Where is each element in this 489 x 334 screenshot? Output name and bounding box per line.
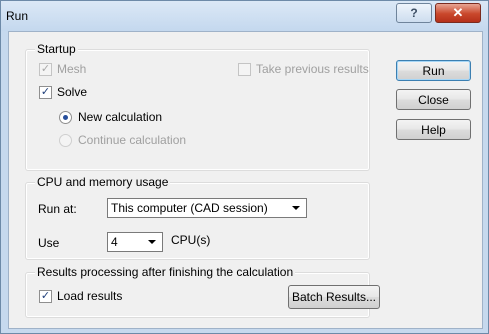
take-previous-check-icon (238, 62, 251, 76)
use-label: Use (38, 236, 60, 250)
run-at-select[interactable]: This computer (CAD session) (107, 198, 307, 218)
help-button[interactable]: Help (396, 119, 471, 140)
continue-calculation-radio-icon (59, 133, 72, 147)
new-calculation-radio-icon (59, 110, 72, 124)
load-results-check-icon: ✓ (39, 289, 52, 303)
solve-check-icon: ✓ (39, 85, 52, 99)
take-previous-label: Take previous results (256, 62, 369, 76)
chevron-down-icon (148, 240, 156, 244)
cpu-memory-group-label: CPU and memory usage (35, 175, 171, 189)
results-processing-group-label: Results processing after finishing the c… (35, 265, 296, 279)
solve-checkbox[interactable]: ✓ Solve (39, 85, 87, 99)
take-previous-results-checkbox[interactable]: Take previous results (238, 62, 369, 76)
continue-calculation-label: Continue calculation (78, 133, 187, 147)
batch-results-label: Batch Results... (291, 290, 377, 304)
new-calculation-label: New calculation (78, 110, 163, 124)
mesh-label: Mesh (57, 62, 87, 76)
title-bar[interactable]: Run ? ✕ (1, 1, 488, 31)
run-at-value: This computer (CAD session) (111, 201, 268, 215)
close-button-label: Close (418, 92, 449, 107)
dialog-body: Startup ✓ Mesh Take previous results ✓ S… (8, 31, 483, 329)
batch-results-button[interactable]: Batch Results... (288, 285, 380, 309)
run-at-label: Run at: (38, 202, 77, 216)
startup-group-label: Startup (35, 42, 78, 56)
window-title: Run (6, 9, 29, 23)
cpus-label: CPU(s) (171, 233, 211, 247)
titlebar-close-button[interactable]: ✕ (435, 3, 481, 23)
mesh-checkbox[interactable]: ✓ Mesh (39, 62, 86, 76)
continue-calculation-radio[interactable]: Continue calculation (59, 133, 186, 147)
load-results-checkbox[interactable]: ✓ Load results (39, 289, 122, 303)
cpu-memory-group: CPU and memory usage Run at: This comput… (25, 175, 370, 260)
new-calculation-radio[interactable]: New calculation (59, 110, 162, 124)
chevron-down-icon (292, 206, 300, 210)
run-button[interactable]: Run (396, 60, 471, 81)
close-button[interactable]: Close (396, 89, 471, 110)
question-icon: ? (410, 6, 418, 20)
solve-label: Solve (57, 85, 88, 99)
cpu-count-select[interactable]: 4 (107, 232, 163, 252)
mesh-check-icon: ✓ (39, 62, 52, 76)
run-button-label: Run (422, 63, 445, 78)
close-icon: ✕ (452, 5, 464, 20)
cpu-count-value: 4 (111, 235, 118, 249)
startup-group: Startup ✓ Mesh Take previous results ✓ S… (25, 42, 370, 171)
results-processing-group: Results processing after finishing the c… (25, 265, 380, 318)
run-dialog: Run ? ✕ Startup ✓ Mesh Take previous res… (0, 0, 489, 334)
help-button-label: Help (421, 122, 446, 137)
load-results-label: Load results (57, 289, 123, 303)
titlebar-help-button[interactable]: ? (396, 3, 432, 23)
